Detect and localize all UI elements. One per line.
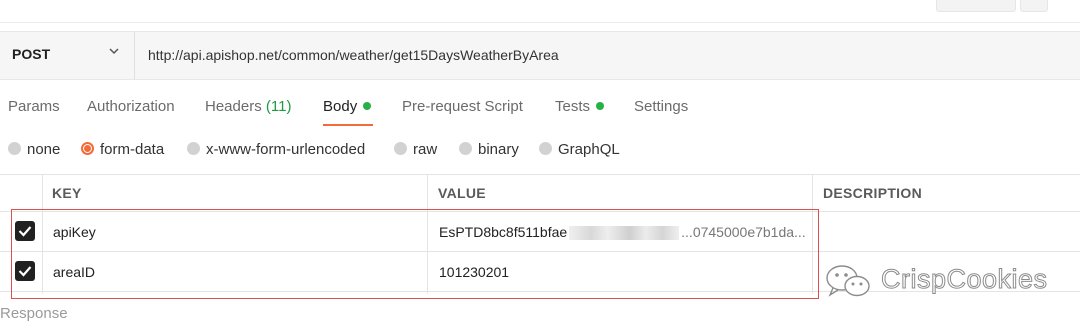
tab-body[interactable]: Body (323, 98, 372, 115)
chevron-down-icon (108, 44, 120, 61)
radio-label: x-www-form-urlencoded (206, 141, 366, 158)
radio-icon (394, 141, 407, 155)
column-header-key: KEY (52, 185, 82, 201)
radio-raw[interactable]: raw (394, 141, 437, 158)
tab-params[interactable]: Params (8, 98, 60, 115)
method-select[interactable]: POST (0, 32, 135, 79)
radio-graphql[interactable]: GraphQL (539, 141, 620, 158)
divider (0, 174, 1080, 175)
radio-label: none (27, 141, 61, 158)
body-type-options: none form-data x-www-form-urlencoded raw… (0, 138, 1080, 162)
radio-label: binary (478, 141, 519, 158)
tab-authorization[interactable]: Authorization (87, 98, 175, 115)
radio-icon (8, 141, 21, 155)
tab-label: Tests (555, 98, 591, 115)
radio-x-www-form-urlencoded[interactable]: x-www-form-urlencoded (187, 141, 365, 158)
watermark: CrispCookies (823, 260, 1048, 300)
method-label: POST (12, 46, 51, 62)
radio-form-data[interactable]: form-data (81, 141, 164, 158)
radio-label: form-data (100, 141, 165, 158)
response-section-label: Response (0, 305, 68, 322)
radio-icon (459, 141, 472, 155)
radio-label: GraphQL (558, 141, 620, 158)
url-input[interactable]: http://api.apishop.net/common/weather/ge… (148, 47, 559, 63)
radio-none[interactable]: none (8, 141, 60, 158)
tab-label: Pre-request Script (402, 98, 523, 115)
tab-pre-request-script[interactable]: Pre-request Script (402, 98, 523, 115)
radio-selected-icon (81, 141, 94, 155)
radio-icon (539, 141, 552, 155)
tab-label: Settings (634, 98, 689, 115)
highlight-annotation-box (11, 209, 819, 299)
green-dot-icon (363, 102, 372, 111)
radio-label: raw (413, 141, 438, 158)
toolbar-button[interactable] (936, 0, 1016, 12)
headers-count: (11) (265, 98, 292, 115)
top-toolbar-strip (0, 0, 1080, 23)
green-dot-icon (596, 102, 605, 111)
request-bar: POST http://api.apishop.net/common/weath… (0, 31, 1080, 80)
tab-headers[interactable]: Headers (11) (205, 98, 291, 115)
radio-icon (187, 141, 200, 155)
tab-label: Params (8, 98, 60, 115)
tab-tests[interactable]: Tests (555, 98, 605, 115)
active-tab-underline (323, 124, 373, 126)
radio-binary[interactable]: binary (459, 141, 519, 158)
tab-label: Authorization (87, 98, 175, 115)
request-tabs: Params Authorization Headers (11) Body P… (0, 92, 1080, 128)
column-header-value: VALUE (438, 185, 486, 201)
wechat-icon (826, 265, 870, 297)
tab-settings[interactable]: Settings (634, 98, 688, 115)
column-header-description: DESCRIPTION (823, 185, 922, 201)
tab-label: Body (323, 98, 358, 115)
tab-label: Headers (205, 98, 262, 115)
watermark-text: CrispCookies (881, 264, 1048, 295)
toolbar-button[interactable] (1020, 0, 1048, 12)
